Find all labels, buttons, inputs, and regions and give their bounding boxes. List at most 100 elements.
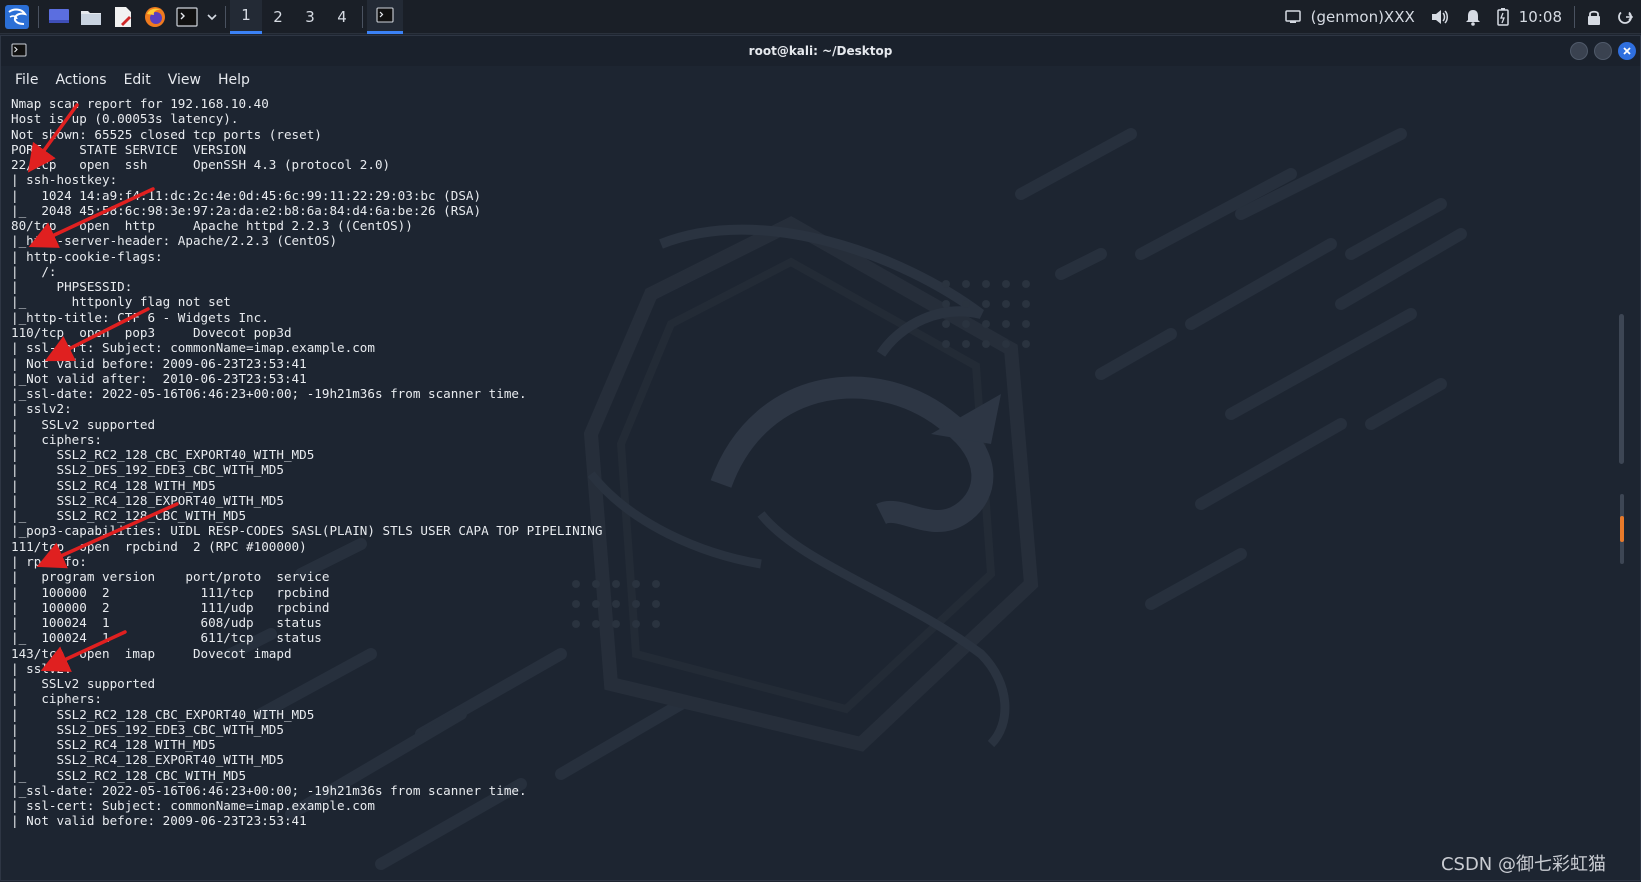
terminal-line: | ssh-hostkey: — [11, 172, 118, 188]
terminal-line: | rpcinfo: — [11, 553, 87, 569]
taskbar-terminal-window[interactable] — [367, 0, 403, 34]
monitor-icon — [1284, 10, 1301, 23]
scrollbar-thumb[interactable] — [1620, 516, 1624, 542]
terminal-line: |_ssl-date: 2022-05-16T06:46:23+00:00; -… — [11, 782, 527, 798]
terminal-line: | SSL2_RC2_128_CBC_EXPORT40_WITH_MD5 — [11, 447, 315, 463]
terminal-line: | SSL2_DES_192_EDE3_CBC_WITH_MD5 — [11, 462, 284, 478]
terminal-line: | 100000 2 111/udp rpcbind — [11, 599, 330, 615]
menu-file[interactable]: File — [15, 72, 38, 88]
window-titlebar[interactable]: root@kali: ~/Desktop — [1, 36, 1640, 66]
menu-view[interactable]: View — [168, 72, 201, 88]
kali-menu-button[interactable] — [0, 0, 34, 34]
terminal-line: |_ httponly flag not set — [11, 294, 231, 310]
chevron-down-icon — [207, 13, 217, 20]
terminal-line: | SSL2_RC2_128_CBC_EXPORT40_WITH_MD5 — [11, 706, 315, 722]
terminal-line: 110/tcp open pop3 Dovecot pop3d — [11, 324, 292, 340]
terminal-output[interactable]: Nmap scan report for 192.168.10.40 Host i… — [1, 94, 1626, 882]
bell-icon — [1465, 9, 1480, 26]
terminal-line: 22/tcp open ssh OpenSSH 4.3 (protocol 2.… — [11, 157, 391, 173]
terminal-line: | program version port/proto service — [11, 569, 330, 585]
terminal-line: | ciphers: — [11, 431, 102, 447]
terminal-line: | ssl-cert: Subject: commonName=imap.exa… — [11, 340, 375, 356]
terminal-line: | http-cookie-flags: — [11, 248, 163, 264]
show-desktop-button[interactable] — [43, 0, 75, 34]
text-editor-button[interactable] — [107, 0, 139, 34]
minimize-button[interactable] — [1570, 42, 1588, 60]
terminal-icon — [176, 6, 198, 27]
terminal-line: | SSL2_RC4_128_EXPORT40_WITH_MD5 — [11, 752, 284, 768]
kali-dragon-icon — [5, 4, 29, 29]
panel-separator — [225, 5, 226, 28]
terminal-line: | sslv2: — [11, 401, 72, 417]
close-icon — [1623, 47, 1631, 55]
terminal-line: |_http-server-header: Apache/2.2.3 (Cent… — [11, 233, 338, 249]
battery-icon — [1497, 8, 1509, 26]
terminal-line: | /: — [11, 263, 57, 279]
terminal-line: Host is up (0.00053s latency). — [11, 111, 239, 127]
workspace-1[interactable]: 1 — [230, 0, 262, 34]
lock-screen-button[interactable] — [1579, 0, 1609, 34]
system-tray: (genmon)XXX 10:08 — [1277, 0, 1641, 34]
terminal-dropdown-button[interactable] — [203, 0, 221, 34]
terminal-line: |_pop3-capabilities: UIDL RESP-CODES SAS… — [11, 523, 603, 539]
terminal-line: | SSL2_RC4_128_WITH_MD5 — [11, 477, 216, 493]
lock-icon — [1588, 10, 1600, 25]
terminal-icon — [376, 7, 394, 23]
terminal-line: |_ SSL2_RC2_128_CBC_WITH_MD5 — [11, 508, 247, 524]
terminal-line: |_Not valid after: 2010-06-23T23:53:41 — [11, 370, 307, 386]
terminal-line: |_ssl-date: 2022-05-16T06:46:23+00:00; -… — [11, 386, 527, 402]
workspace-4[interactable]: 4 — [326, 0, 358, 34]
menu-bar: File Actions Edit View Help — [1, 66, 1640, 94]
terminal-line: | 100024 1 608/udp status — [11, 615, 322, 631]
logout-button[interactable] — [1609, 0, 1641, 34]
csdn-watermark: CSDN @御七彩虹猫 — [1440, 854, 1606, 875]
terminal-line: | PHPSESSID: — [11, 279, 133, 295]
terminal-line: Nmap scan report for 192.168.10.40 — [11, 96, 269, 111]
firefox-button[interactable] — [139, 0, 171, 34]
terminal-line: | ssl-cert: Subject: commonName=imap.exa… — [11, 798, 375, 814]
terminal-scrollbar[interactable] — [1619, 314, 1624, 464]
terminal-line: PORT STATE SERVICE VERSION — [11, 141, 247, 157]
terminal-line: | sslv2: — [11, 660, 72, 676]
terminal-line: | Not valid before: 2009-06-23T23:53:41 — [11, 813, 307, 829]
menu-edit[interactable]: Edit — [124, 72, 151, 88]
terminal-line: | 1024 14:a9:f4:11:dc:2c:4e:0d:45:6c:99:… — [11, 187, 482, 203]
close-button[interactable] — [1618, 42, 1636, 60]
desktop-icon — [49, 8, 69, 23]
workspace-2[interactable]: 2 — [262, 0, 294, 34]
terminal-text: Nmap scan report for 192.168.10.40 Host i… — [11, 96, 602, 829]
terminal-line: | SSL2_RC4_128_EXPORT40_WITH_MD5 — [11, 492, 284, 508]
volume-icon — [1431, 10, 1448, 24]
clock[interactable]: 10:08 — [1517, 0, 1570, 34]
volume-button[interactable] — [1423, 0, 1457, 34]
scrollbar-track[interactable] — [1620, 494, 1624, 564]
panel-separator — [1574, 6, 1575, 28]
terminal-line: 143/tcp open imap Dovecot imapd — [11, 645, 292, 661]
battery-button[interactable] — [1489, 0, 1517, 34]
terminal-line: | ciphers: — [11, 691, 102, 707]
terminal-window: root@kali: ~/Desktop File Actions Edit V… — [0, 35, 1641, 881]
panel-separator — [362, 5, 363, 28]
folder-icon — [81, 10, 101, 25]
terminal-line: 80/tcp open http Apache httpd 2.2.3 ((Ce… — [11, 218, 413, 234]
text-editor-icon — [115, 6, 131, 27]
workspace-3[interactable]: 3 — [294, 0, 326, 34]
power-icon — [1618, 11, 1633, 24]
terminal-line: |_ 2048 45:58:6c:98:3e:97:2a:da:e2:b8:6a… — [11, 202, 482, 218]
maximize-button[interactable] — [1594, 42, 1612, 60]
file-manager-button[interactable] — [75, 0, 107, 34]
menu-help[interactable]: Help — [218, 72, 250, 88]
menu-actions[interactable]: Actions — [55, 72, 106, 88]
terminal-line: | SSL2_RC4_128_WITH_MD5 — [11, 737, 216, 753]
display-button[interactable] — [1277, 0, 1309, 34]
terminal-launcher-button[interactable] — [171, 0, 203, 34]
terminal-line: |_http-title: CTF 6 - Widgets Inc. — [11, 309, 269, 325]
terminal-icon — [11, 43, 27, 57]
terminal-line: | SSLv2 supported — [11, 416, 156, 432]
panel-separator — [38, 5, 39, 28]
notifications-button[interactable] — [1457, 0, 1489, 34]
terminal-line: |_ 100024 1 611/tcp status — [11, 630, 322, 646]
genmon-label[interactable]: (genmon)XXX — [1309, 0, 1423, 34]
terminal-line: 111/tcp open rpcbind 2 (RPC #100000) — [11, 538, 307, 554]
terminal-line: | SSLv2 supported — [11, 676, 156, 692]
